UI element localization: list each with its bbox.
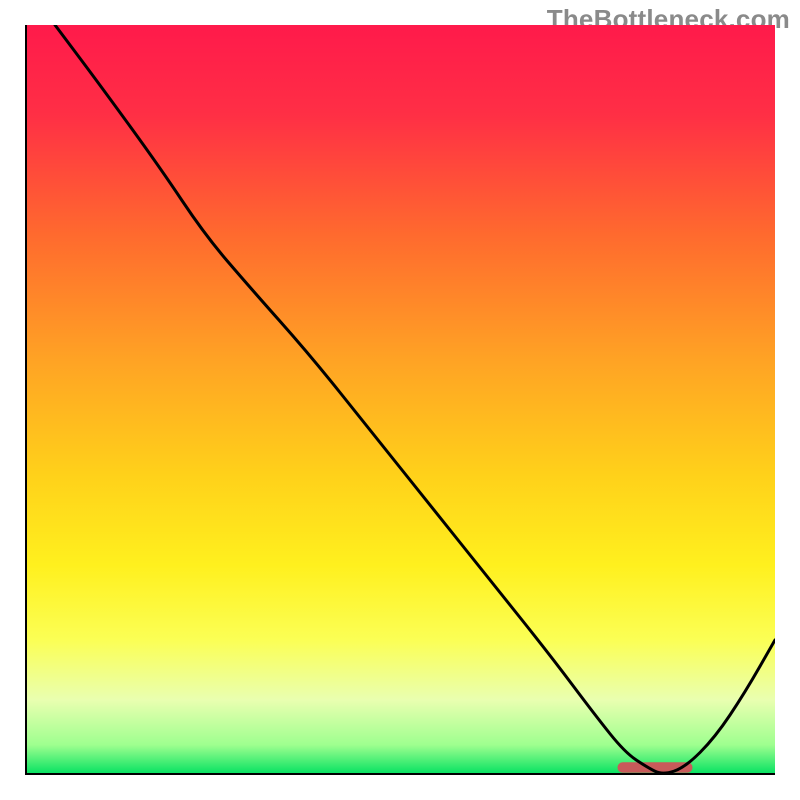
chart-root: TheBottleneck.com — [0, 0, 800, 800]
axes-frame — [25, 25, 775, 775]
